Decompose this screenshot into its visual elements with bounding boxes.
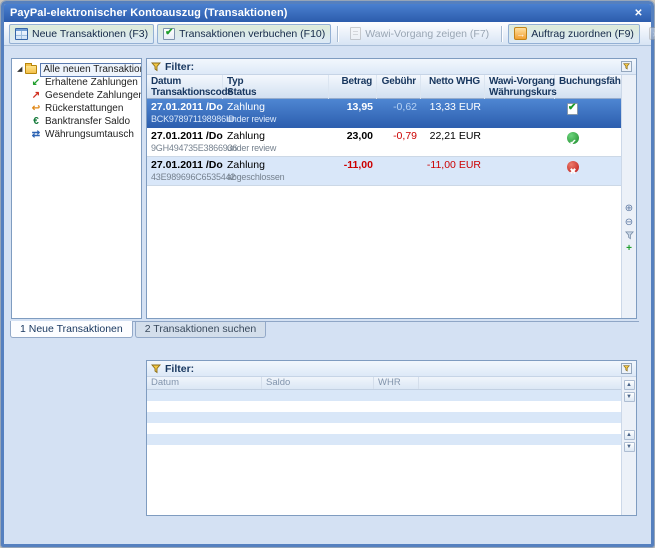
- tree-item-waehrungsumtausch[interactable]: ⇄ Währungsumtausch: [13, 128, 140, 141]
- document-icon: [350, 27, 361, 40]
- add-icon[interactable]: +: [626, 243, 632, 254]
- button-label: Transaktionen verbuchen (F10): [179, 28, 325, 40]
- button-label: Wawi-Vorgang zeigen (F7): [365, 28, 489, 40]
- transactions-grid: Filter: DatumTransaktionscode TypStatus …: [146, 58, 637, 319]
- tree-item-label: Erhaltene Zahlungen: [45, 77, 138, 89]
- filter-options-icon[interactable]: [621, 61, 632, 72]
- tree-item-alle-neuen-transaktionen[interactable]: ◢ Alle neuen Transaktionen: [13, 63, 140, 76]
- toolbar-separator: [337, 26, 338, 42]
- tree-item-label: Gesendete Zahlungen: [45, 90, 142, 102]
- transaction-row[interactable]: 27.01.2011 /DoBCK978971198986ID Zahlungu…: [147, 99, 621, 128]
- assign-icon: [514, 27, 527, 40]
- currency-exchange-icon: ⇄: [30, 129, 42, 140]
- empty-row: [147, 390, 621, 401]
- filter-options-icon[interactable]: [621, 363, 632, 374]
- tree-item-rueckerstattungen[interactable]: ↩ Rückerstattungen: [13, 102, 140, 115]
- toolbar-separator: [501, 26, 502, 42]
- transaction-row[interactable]: 27.01.2011 /Do9GH494735E3866936 Zahlungu…: [147, 128, 621, 157]
- column-header-wawi-vorgang[interactable]: Wawi-VorgangWährungskurs: [485, 75, 555, 99]
- saldo-column-whr[interactable]: WHR: [374, 377, 419, 389]
- column-header-typ[interactable]: TypStatus: [223, 75, 329, 99]
- tree-item-gesendete-zahlungen[interactable]: ↗ Gesendete Zahlungen: [13, 89, 140, 102]
- transactions-filter-bar: Filter:: [147, 59, 636, 75]
- tree-item-label: Währungsumtausch: [45, 129, 134, 141]
- empty-row: [147, 412, 621, 423]
- transaction-row[interactable]: 27.01.2011 /Do43E989696C6535442 Zahlunga…: [147, 157, 621, 186]
- column-header-gebuehr[interactable]: Gebühr: [377, 75, 421, 99]
- empty-row: [147, 423, 621, 434]
- tab-strip: 1 Neue Transaktionen 2 Transaktionen suc…: [10, 321, 639, 340]
- filter-label: Filter:: [165, 61, 194, 73]
- tab-transaktionen-suchen[interactable]: 2 Transaktionen suchen: [135, 322, 267, 338]
- saldo-column-saldo[interactable]: Saldo: [262, 377, 374, 389]
- transactions-header-row: DatumTransaktionscode TypStatus Betrag G…: [147, 75, 621, 99]
- scroll-up-icon[interactable]: ▲: [624, 430, 635, 440]
- not-bookable-icon: [567, 161, 579, 173]
- scroll-up-icon[interactable]: ▲: [624, 380, 635, 390]
- post-transactions-button[interactable]: Transaktionen verbuchen (F10): [157, 24, 331, 44]
- grid-side-strip: ⊕ ⊖ +: [621, 75, 636, 318]
- expander-icon[interactable]: ◢: [17, 66, 22, 73]
- folder-icon: [25, 65, 37, 74]
- button-label: Neue Transaktionen (F3): [32, 28, 148, 40]
- empty-row: [147, 434, 621, 445]
- column-header-netto-whg[interactable]: Netto WHG: [421, 75, 485, 99]
- saldo-column-datum[interactable]: Datum: [147, 377, 262, 389]
- filter-label: Filter:: [165, 363, 194, 375]
- filter-funnel-icon: [623, 63, 630, 70]
- new-transactions-button[interactable]: Neue Transaktionen (F3): [9, 24, 154, 44]
- scroll-down-icon[interactable]: ▼: [624, 392, 635, 402]
- button-label: Auftrag zuordnen (F9): [531, 28, 634, 40]
- tree-item-label: Banktransfer Saldo: [45, 116, 130, 128]
- saldo-header-row: Datum Saldo WHR: [147, 377, 621, 390]
- saldo-filter-bar: Filter:: [147, 361, 636, 377]
- column-header-datum[interactable]: DatumTransaktionscode: [147, 75, 223, 99]
- tree-item-label: Rückerstattungen: [45, 103, 123, 115]
- remove-order-assignment-button: Löschen Zuordnung Auftrag (F4): [643, 24, 655, 44]
- filter-funnel-icon: [151, 364, 161, 374]
- column-header-betrag[interactable]: Betrag: [329, 75, 377, 99]
- app-window: PayPal-elektronischer Kontoauszug (Trans…: [1, 1, 654, 547]
- tree-item-erhaltene-zahlungen[interactable]: ↙ Erhaltene Zahlungen: [13, 76, 140, 89]
- show-wawi-order-button: Wawi-Vorgang zeigen (F7): [344, 24, 495, 44]
- filter-funnel-icon[interactable]: [625, 231, 634, 240]
- tab-neue-transaktionen[interactable]: 1 Neue Transaktionen: [10, 321, 133, 338]
- unassign-icon: [649, 27, 655, 40]
- sent-payments-icon: ↗: [30, 90, 42, 101]
- zoom-out-icon[interactable]: ⊖: [625, 217, 633, 228]
- close-button[interactable]: ✕: [630, 6, 647, 20]
- empty-row: [147, 401, 621, 412]
- transaction-category-tree: ◢ Alle neuen Transaktionen ↙ Erhaltene Z…: [11, 58, 142, 319]
- assign-order-button[interactable]: Auftrag zuordnen (F9): [508, 24, 640, 44]
- scroll-down-icon[interactable]: ▼: [624, 442, 635, 452]
- empty-row: [147, 445, 621, 456]
- check-circle-icon: [567, 132, 579, 144]
- filter-funnel-icon: [151, 62, 161, 72]
- table-new-icon: [15, 28, 28, 40]
- received-payments-icon: ↙: [30, 77, 42, 88]
- tree-item-label: Alle neuen Transaktionen: [40, 63, 142, 77]
- bookable-icon: [567, 103, 578, 115]
- saldo-panel: Filter: Datum Saldo WHR ▲ ▼ ▲ ▼: [146, 360, 637, 516]
- bank-transfer-icon: €: [30, 116, 42, 127]
- book-check-icon: [163, 28, 175, 40]
- titlebar: PayPal-elektronischer Kontoauszug (Trans…: [4, 4, 651, 22]
- filter-funnel-icon: [623, 365, 630, 372]
- saldo-side-strip: ▲ ▼ ▲ ▼: [621, 377, 636, 515]
- zoom-in-icon[interactable]: ⊕: [625, 203, 633, 214]
- tree-item-banktransfer-saldo[interactable]: € Banktransfer Saldo: [13, 115, 140, 128]
- window-title: PayPal-elektronischer Kontoauszug (Trans…: [10, 7, 288, 19]
- refund-icon: ↩: [30, 103, 42, 114]
- toolbar: Neue Transaktionen (F3) Transaktionen ve…: [4, 22, 651, 46]
